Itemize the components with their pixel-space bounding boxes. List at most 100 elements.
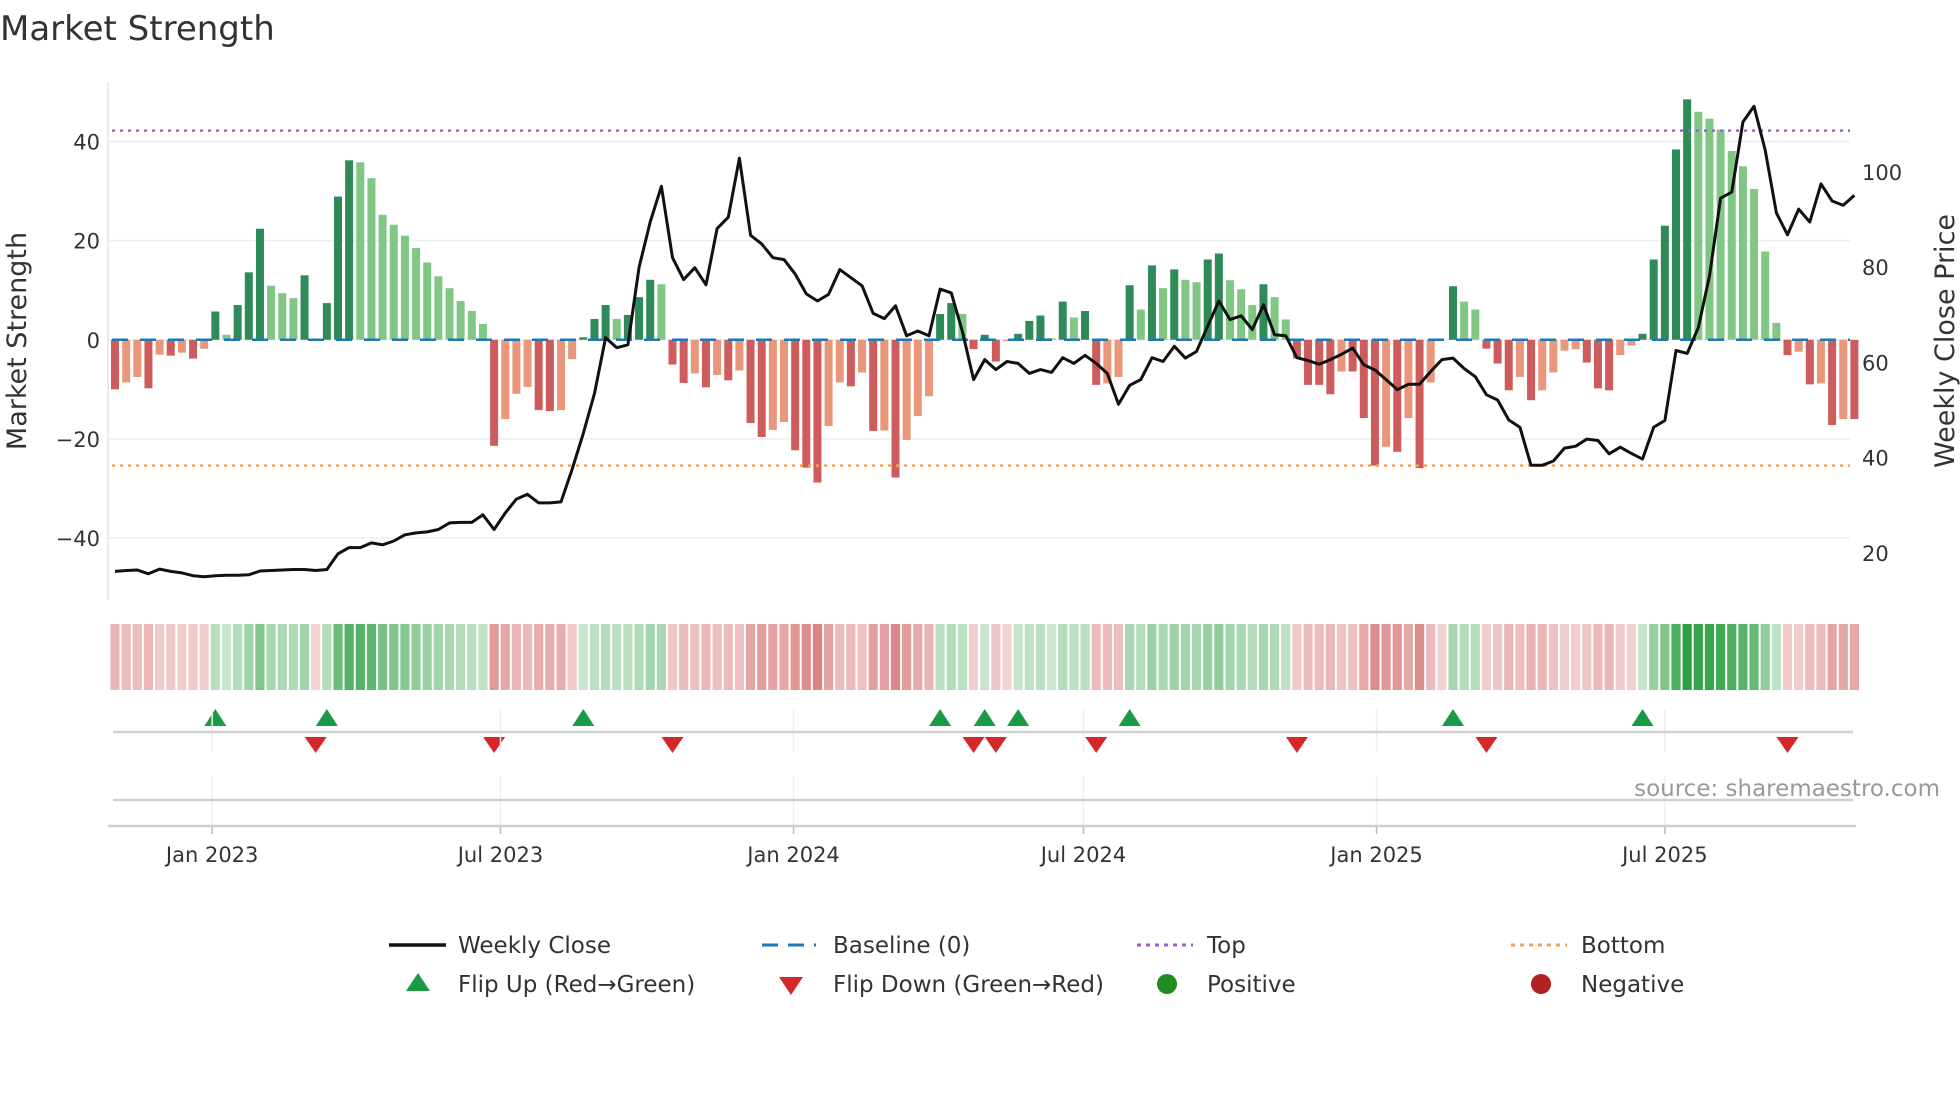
heat-cell bbox=[902, 624, 912, 690]
x-tick-label: Jul 2024 bbox=[1039, 843, 1126, 867]
y2-tick-label: 60 bbox=[1862, 351, 1889, 375]
strength-bar bbox=[1214, 253, 1223, 340]
heat-cell bbox=[846, 624, 856, 690]
heat-cell bbox=[1682, 624, 1692, 690]
heat-cell bbox=[723, 624, 733, 690]
heat-cell bbox=[288, 624, 298, 690]
heat-cell bbox=[1348, 624, 1358, 690]
heat-cell bbox=[1727, 624, 1737, 690]
strength-bar bbox=[378, 214, 387, 340]
heat-cell bbox=[1849, 624, 1859, 690]
weekly-close-polyline bbox=[114, 104, 1856, 579]
strength-bar bbox=[657, 284, 666, 340]
strength-bar bbox=[846, 339, 855, 387]
heat-cell bbox=[1403, 624, 1413, 690]
flip-down-marker bbox=[1776, 737, 1799, 753]
heat-cell bbox=[411, 624, 421, 690]
heat-cell bbox=[1325, 624, 1335, 690]
heat-cell bbox=[1035, 624, 1046, 690]
strength-bar bbox=[334, 196, 342, 340]
heat-cell bbox=[1169, 624, 1179, 690]
heat-cell bbox=[1548, 624, 1558, 690]
heat-cell bbox=[1704, 624, 1715, 690]
strength-bar bbox=[902, 339, 911, 440]
strength-bar bbox=[1549, 339, 1558, 373]
heat-cell bbox=[233, 624, 243, 690]
y-tick-label: 0 bbox=[87, 329, 100, 353]
legend-top: Top bbox=[1206, 933, 1246, 959]
heat-cell bbox=[1392, 624, 1402, 690]
heat-cell bbox=[1559, 624, 1570, 690]
y-tick-label: −40 bbox=[56, 527, 100, 551]
strength-bar bbox=[936, 313, 945, 340]
strength-bar bbox=[1136, 309, 1145, 340]
heat-cell bbox=[1749, 624, 1759, 690]
heat-cell bbox=[679, 624, 689, 690]
x-tick-label: Jul 2023 bbox=[456, 843, 543, 867]
strength-bar bbox=[278, 293, 287, 340]
heat-cell bbox=[801, 624, 811, 690]
strength-bar bbox=[412, 248, 421, 340]
strength-bar bbox=[991, 339, 1000, 362]
strength-bar bbox=[233, 305, 242, 340]
strength-bar bbox=[679, 339, 688, 383]
heat-cell bbox=[946, 624, 956, 690]
strength-bar bbox=[735, 339, 744, 371]
heat-cell bbox=[311, 624, 321, 690]
strength-bar bbox=[356, 162, 365, 340]
flip-down-marker bbox=[962, 737, 985, 753]
strength-bar bbox=[144, 339, 153, 389]
flip-up-marker bbox=[315, 709, 338, 726]
strength-bar bbox=[724, 339, 733, 381]
strength-bar bbox=[768, 339, 777, 430]
heat-cell bbox=[701, 624, 711, 690]
heat-cell bbox=[1013, 624, 1023, 690]
y-tick-label: 40 bbox=[73, 130, 100, 154]
heat-cell bbox=[913, 624, 923, 690]
heat-cell bbox=[1180, 624, 1190, 690]
heat-cell bbox=[221, 624, 232, 690]
heat-cell bbox=[166, 624, 176, 690]
strength-bar bbox=[646, 279, 655, 340]
strength-bar bbox=[1828, 339, 1837, 426]
legend-weekly-close: Weekly Close bbox=[458, 933, 611, 959]
strength-bar bbox=[1560, 339, 1569, 351]
heat-cell bbox=[1593, 624, 1603, 690]
y2-tick-label: 20 bbox=[1862, 542, 1889, 566]
strength-bar bbox=[579, 337, 588, 340]
strength-bar bbox=[1025, 320, 1034, 340]
heat-cell bbox=[857, 624, 867, 690]
heat-cell bbox=[1615, 624, 1625, 690]
heat-cell bbox=[444, 624, 455, 690]
flip-up-marker bbox=[204, 709, 227, 726]
heat-cell bbox=[1214, 624, 1224, 690]
heat-cell bbox=[121, 624, 131, 690]
heat-cell bbox=[1158, 624, 1168, 690]
heat-cell bbox=[1292, 624, 1302, 690]
strength-bar bbox=[1660, 225, 1669, 340]
heat-cell bbox=[534, 624, 544, 690]
heat-cell bbox=[255, 624, 265, 690]
strength-bar bbox=[746, 339, 755, 424]
strength-bar bbox=[400, 235, 409, 340]
x-tick-label: Jan 2023 bbox=[164, 843, 259, 867]
strength-bar bbox=[1649, 259, 1658, 340]
heat-cell bbox=[456, 624, 466, 690]
strength-bar bbox=[1415, 339, 1424, 469]
heat-cell bbox=[344, 624, 354, 690]
heat-cell bbox=[1270, 624, 1280, 690]
heat-cell bbox=[1838, 624, 1848, 690]
heat-cell bbox=[1816, 624, 1826, 690]
strength-bar bbox=[913, 339, 922, 417]
heat-cell bbox=[1002, 624, 1012, 690]
heat-cell bbox=[1660, 624, 1670, 690]
heat-cell bbox=[210, 624, 220, 690]
strength-bar bbox=[501, 339, 510, 420]
strength-bar bbox=[267, 285, 276, 340]
heat-cell bbox=[1794, 624, 1804, 690]
triangle-down-icon bbox=[779, 977, 803, 995]
heat-cell bbox=[422, 624, 432, 690]
heat-cell bbox=[980, 624, 990, 690]
legend-flip-down: Flip Down (Green→Red) bbox=[833, 972, 1104, 998]
heat-cell bbox=[277, 624, 287, 690]
